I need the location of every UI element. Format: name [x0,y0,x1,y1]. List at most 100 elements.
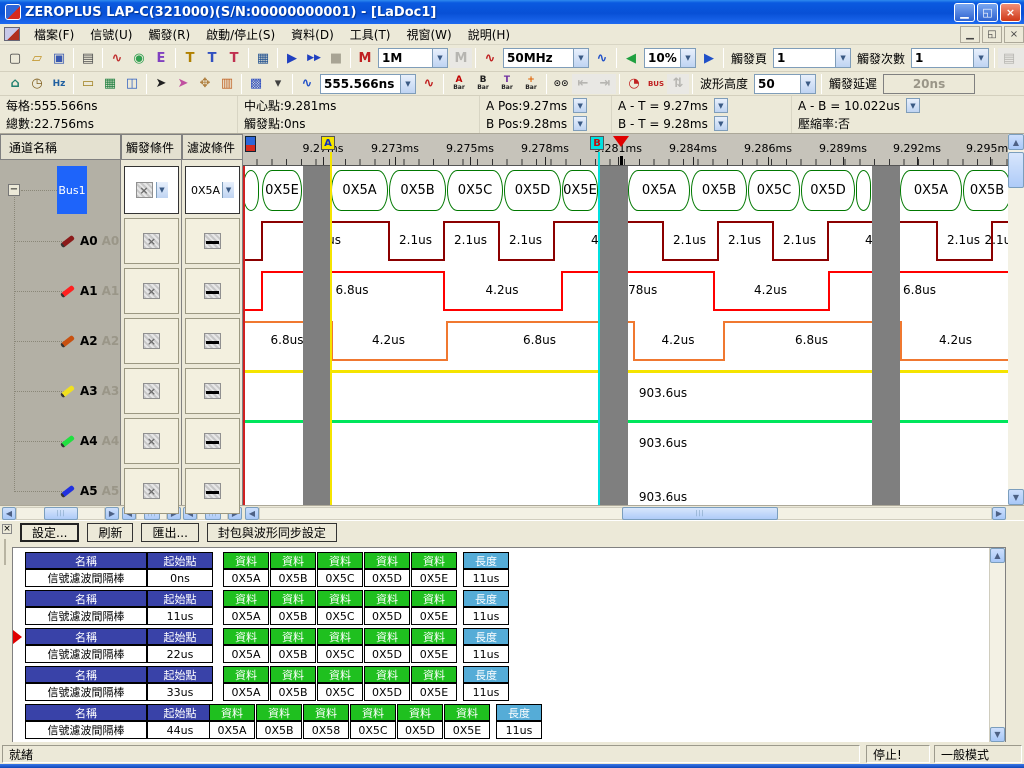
channel-row-A3[interactable]: A3A3 [60,380,120,402]
listing-window-icon[interactable]: ▦ [99,74,121,94]
channel-row-A2[interactable]: A2A2 [60,330,120,352]
hand-tool-icon[interactable]: ✥ [194,74,216,94]
packet-row[interactable]: 名稱起始點資料資料資料資料資料長度信號濾波間隔棒0ns0X5A0X5B0X5C0… [19,552,979,588]
trigger-cell-A5[interactable]: × [124,468,179,514]
sampling-rate-combo-arrow[interactable]: ▼ [573,49,588,67]
memory-depth-combo[interactable]: 1M▼ [378,48,448,68]
t-bar-icon[interactable]: TBar [495,74,519,94]
packet-scroll-down[interactable]: ▼ [990,727,1005,742]
menu-item-3[interactable]: 啟動/停止(S) [198,24,283,45]
a-t-dropdown[interactable]: ▼ [714,98,728,113]
b-bar-icon[interactable]: BBar [471,74,495,94]
measure-tool-icon[interactable]: ▥ [216,74,238,94]
panel-close-button[interactable]: × [2,524,12,534]
trigger-cell-A3[interactable]: × [124,368,179,414]
trigger-cell-A2[interactable]: × [124,318,179,364]
close-button[interactable]: × [1000,3,1021,22]
select-tool-icon[interactable]: ➤ [172,74,194,94]
swap-icon[interactable]: ⇅ [667,74,689,94]
new-file-icon[interactable]: ▢ [4,48,26,68]
ratio-forward-icon[interactable]: ▶ [698,48,720,68]
bottom-button-1[interactable]: 刷新 [87,523,133,542]
packet-row[interactable]: 名稱起始點資料資料資料資料資料長度信號濾波間隔棒11us0X5A0X5B0X5C… [19,590,979,626]
ratio-back-icon[interactable]: ◀ [620,48,642,68]
bottom-button-2[interactable]: 匯出... [141,523,198,542]
packet-row[interactable]: 名稱起始點資料資料資料資料資料長度信號濾波間隔棒33us0X5A0X5B0X5C… [19,666,979,702]
clock-icon[interactable]: ◷ [26,74,48,94]
trigger-page-combo[interactable]: 1▼ [773,48,851,68]
bus-trigger-dropdown[interactable]: ▼ [156,182,168,198]
wave-hscrollbar-thumb[interactable]: ||| [622,507,778,520]
scroll-up-button[interactable]: ▲ [1008,134,1024,150]
wave-area[interactable]: 9.27ms9.273ms9.275ms9.278ms9.281ms9.284m… [243,134,1008,505]
trigger-count-combo-arrow[interactable]: ▼ [973,49,988,67]
stop-icon[interactable]: ■ [325,48,347,68]
x-trigger-icon[interactable]: T [179,48,201,68]
filter-cell-A3[interactable] [185,368,240,414]
sample-wave-icon[interactable]: ∿ [591,48,613,68]
wave-hscrollbar[interactable]: ◀ ||| ▶ [245,507,1006,520]
menu-item-6[interactable]: 視窗(W) [398,24,459,45]
channel-row-A0[interactable]: A0A0 [60,230,120,252]
stack-down-icon[interactable]: ▤ [1020,48,1024,68]
event-trigger-icon[interactable]: E [150,48,172,68]
channel-hscrollbar-left[interactable]: ◀ [2,507,16,520]
wave-vscrollbar[interactable]: ▲ ▼ [1008,134,1024,505]
filter-cell-A1[interactable] [185,268,240,314]
add-bar-icon[interactable]: +Bar [519,74,543,94]
marker-b-flag[interactable]: B [590,136,604,150]
bottom-button-0[interactable]: 設定... [20,523,79,542]
trigger-cell-A1[interactable]: × [124,268,179,314]
packet-row[interactable]: 名稱起始點資料資料資料資料資料長度信號濾波間隔棒22us0X5A0X5B0X5C… [19,628,979,664]
trigger-goto-icon[interactable]: ∿ [418,74,440,94]
packet-vscrollbar[interactable]: ▲ ▼ [989,548,1005,742]
marker-a-flag[interactable]: A [321,136,335,150]
trigger-page-combo-arrow[interactable]: ▼ [835,49,850,67]
prev-edge-icon[interactable]: ⇤ [572,74,594,94]
packet-scroll-up[interactable]: ▲ [990,548,1005,563]
filter-cell-A2[interactable] [185,318,240,364]
repeat-run-icon[interactable]: ▶▶ [303,48,325,68]
filter-cell-A0[interactable] [185,218,240,264]
b-pos-dropdown[interactable]: ▼ [573,116,587,131]
b-t-dropdown[interactable]: ▼ [714,116,728,131]
restore-button[interactable]: ◱ [977,3,998,22]
channel-hscrollbar[interactable]: ◀|||▶ [2,507,119,520]
minimize-button[interactable]: ▁ [954,3,975,22]
menu-item-1[interactable]: 信號(U) [82,24,140,45]
time-ruler[interactable]: 9.27ms9.273ms9.275ms9.278ms9.281ms9.284m… [243,134,1008,166]
zoom-pulse-icon[interactable]: ∿ [296,74,318,94]
t-trigger-icon[interactable]: T [201,48,223,68]
frequency-icon[interactable]: Hz [48,74,70,94]
filter-cell-A4[interactable] [185,418,240,464]
open-folder-icon[interactable]: ▱ [26,48,48,68]
wave-height-combo-arrow[interactable]: ▼ [800,75,815,93]
a-pos-dropdown[interactable]: ▼ [573,98,587,113]
a-bar-icon[interactable]: ABar [447,74,471,94]
a-b-dropdown[interactable]: ▼ [906,98,920,113]
menu-item-0[interactable]: 檔案(F) [26,24,82,45]
bus-trigger-cell[interactable]: ×▼ [124,166,179,214]
home-icon[interactable]: ⌂ [4,74,26,94]
bus-package-icon[interactable]: ▦ [252,48,274,68]
display-ratio-combo[interactable]: 10%▼ [644,48,696,68]
sampling-rate-combo[interactable]: 50MHz▼ [503,48,589,68]
wave-hscrollbar-right[interactable]: ▶ [992,507,1006,520]
packet-row[interactable]: 名稱起始點資料資料資料資料資料資料長度信號濾波間隔棒44us0X5A0X5B0X… [19,704,979,740]
trigger-cell-A4[interactable]: × [124,418,179,464]
menu-item-5[interactable]: 工具(T) [342,24,399,45]
doc-minimize-button[interactable]: ▁ [960,26,980,43]
memory-next-icon[interactable]: M [450,48,472,68]
wave-mode-dropdown-icon[interactable]: ▾ [267,74,289,94]
channel-hscrollbar-right[interactable]: ▶ [105,507,119,520]
vscroll-thumb[interactable] [1008,152,1024,188]
pulse-width-trigger-icon[interactable]: ∿ [106,48,128,68]
wave-hscrollbar-left[interactable]: ◀ [245,507,259,520]
zoom-scale-combo[interactable]: 555.566ns▼ [320,74,416,94]
run-icon[interactable]: ▶ [281,48,303,68]
wave-height-combo[interactable]: 50▼ [754,74,816,94]
save-icon[interactable]: ▣ [48,48,70,68]
scroll-down-button[interactable]: ▼ [1008,489,1024,505]
timer-icon[interactable]: ◔ [623,74,645,94]
memory-prev-icon[interactable]: M [354,48,376,68]
